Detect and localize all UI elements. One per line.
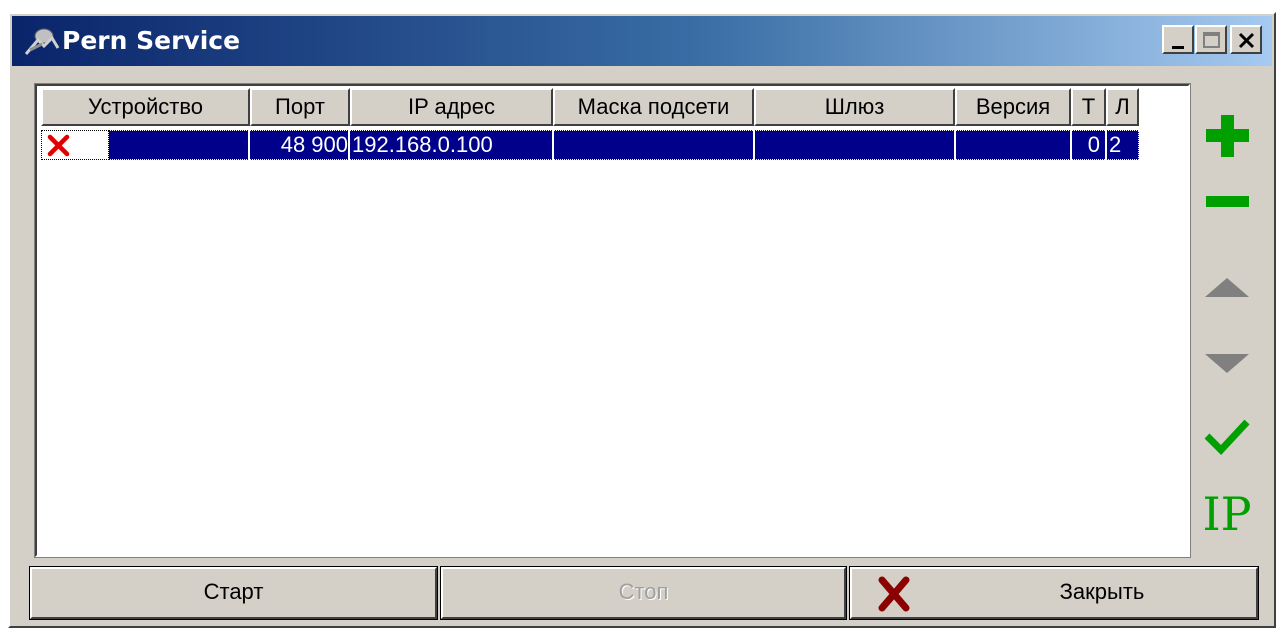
column-header-mask[interactable]: Маска подсети bbox=[553, 88, 754, 126]
ip-config-button[interactable]: IP bbox=[1197, 486, 1257, 542]
gateway-cell bbox=[755, 130, 953, 160]
close-x-icon bbox=[878, 576, 910, 612]
remove-icon[interactable] bbox=[1197, 174, 1257, 230]
column-header-t[interactable]: Т bbox=[1071, 88, 1106, 126]
arrow-up-icon[interactable] bbox=[1197, 264, 1257, 320]
add-icon[interactable] bbox=[1197, 107, 1257, 163]
column-header-ip[interactable]: IP адрес bbox=[350, 88, 553, 126]
column-header-version[interactable]: Версия bbox=[955, 88, 1071, 126]
check-icon[interactable] bbox=[1197, 408, 1257, 464]
table-row[interactable]: 48 900 192.168.0.100 0 2 bbox=[41, 130, 1139, 160]
close-window-button[interactable] bbox=[1230, 25, 1262, 54]
error-x-icon bbox=[47, 134, 70, 157]
port-cell: 48 900 bbox=[280, 132, 348, 157]
column-header-l[interactable]: Л bbox=[1106, 88, 1139, 126]
title-bar[interactable]: Pern Service bbox=[12, 16, 1272, 66]
device-name bbox=[78, 131, 108, 161]
column-header-gateway[interactable]: Шлюз bbox=[754, 88, 955, 126]
t-cell: 0 bbox=[1087, 132, 1100, 157]
close-button[interactable]: Закрыть bbox=[849, 566, 1259, 620]
ip-cell: 192.168.0.100 bbox=[352, 132, 493, 157]
close-button-label: Закрыть bbox=[1059, 579, 1145, 604]
start-button[interactable]: Старт bbox=[29, 566, 438, 620]
column-header-port[interactable]: Порт bbox=[250, 88, 350, 126]
close-icon bbox=[1238, 32, 1255, 49]
arrow-down-icon[interactable] bbox=[1197, 336, 1257, 392]
l-cell: 2 bbox=[1109, 132, 1122, 157]
version-cell bbox=[956, 130, 1069, 160]
maximize-icon bbox=[1203, 32, 1220, 48]
app-logo-icon bbox=[24, 28, 60, 55]
minimize-icon bbox=[1172, 46, 1184, 49]
maximize-button[interactable] bbox=[1195, 25, 1227, 54]
stop-button[interactable]: Стоп bbox=[440, 566, 847, 620]
column-header-device[interactable]: Устройство bbox=[41, 88, 250, 126]
window-title: Pern Service bbox=[62, 26, 241, 55]
app-window: Pern Service Устройство Порт IP адрес Ма… bbox=[8, 12, 1276, 628]
device-cell[interactable] bbox=[41, 130, 109, 160]
device-list[interactable]: Устройство Порт IP адрес Маска подсети Ш… bbox=[34, 83, 1191, 558]
minimize-button[interactable] bbox=[1162, 25, 1194, 54]
mask-cell bbox=[554, 130, 752, 160]
